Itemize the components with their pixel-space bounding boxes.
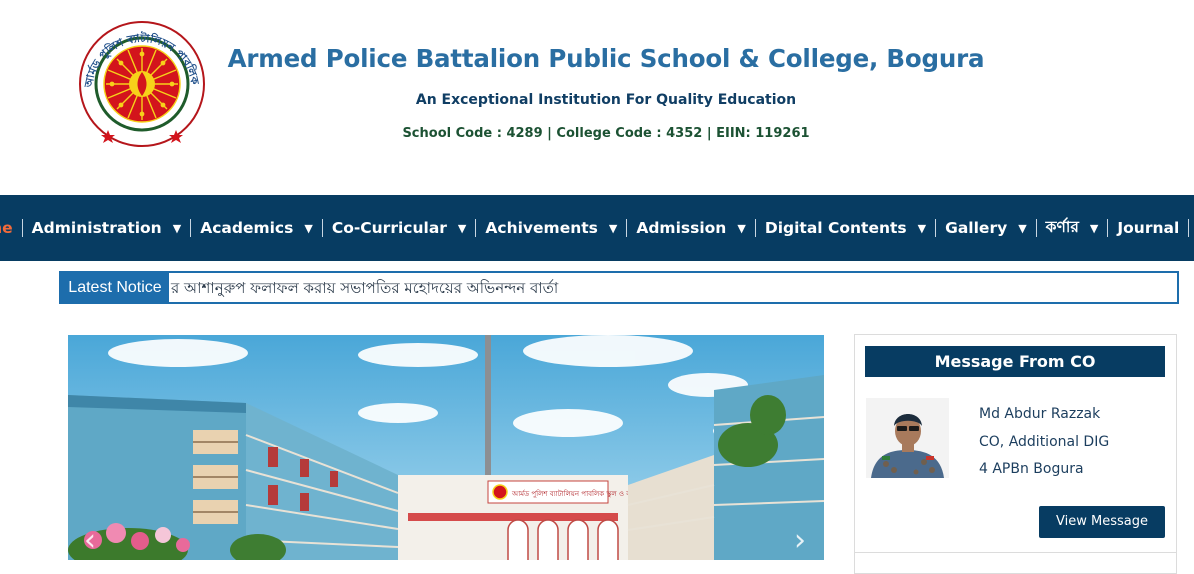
chevron-down-icon: ▼ (917, 221, 927, 235)
nav-item-4[interactable]: Achivements ▼ (476, 219, 628, 237)
nav-item-label: me (0, 219, 13, 237)
nav-item-2[interactable]: Academics ▼ (191, 219, 323, 237)
co-message-card: Message From CO Md Abdur Razzak CO, Addi… (854, 334, 1177, 553)
co-unit: 4 APBn Bogura (979, 461, 1084, 477)
slider-next-arrow[interactable]: › (794, 523, 806, 558)
nav-item-label: Achivements (485, 219, 598, 237)
nav-menu: meAdministration▼Academics▼Co-Curricular… (0, 195, 1194, 261)
site-title: Armed Police Battalion Public School & C… (227, 44, 985, 73)
next-sidebar-card (854, 552, 1177, 574)
chevron-down-icon: ▼ (457, 221, 467, 235)
institution-codes: School Code : 4289 | College Code : 4352… (402, 126, 810, 141)
nav-item-9[interactable]: Journal (1108, 219, 1190, 237)
nav-item-label: Co-Curricular (331, 219, 447, 237)
nav-item-label: Digital Contents (764, 219, 907, 237)
co-card-heading: Message From CO (865, 346, 1165, 377)
nav-item-label: Journal (1117, 219, 1180, 237)
co-name: Md Abdur Razzak (979, 406, 1101, 422)
chevron-down-icon: ▼ (737, 221, 746, 235)
nav-item-5[interactable]: Admission ▼ (627, 219, 756, 237)
chevron-down-icon: ▼ (304, 221, 313, 235)
slider-prev-arrow[interactable]: ‹ (84, 523, 96, 558)
chevron-down-icon: ▼ (608, 221, 618, 235)
nav-item-label: কর্ণার (1045, 218, 1079, 236)
nav-item-8[interactable]: কর্ণার ▼ (1037, 218, 1109, 237)
view-message-button[interactable]: View Message (1039, 506, 1165, 538)
nav-item-3[interactable]: Co-Curricular ▼ (323, 219, 477, 237)
campus-photo: আর্মড পুলিশ ব্যাটালিয়ন পাবলিক স্কুল ও ক… (68, 335, 824, 560)
nav-item-label: Gallery (945, 219, 1008, 237)
nav-item-label: Admission (636, 219, 727, 237)
co-photo (866, 398, 949, 478)
nav-item-10[interactable]: Libary (1189, 219, 1194, 237)
latest-notice-bar: Latest Notice র আশানুরুপ ফলাফল করায় সভা… (59, 271, 1179, 304)
chevron-down-icon: ▼ (1018, 221, 1027, 235)
latest-notice-label: Latest Notice (61, 273, 169, 302)
nav-item-7[interactable]: Gallery ▼ (936, 219, 1037, 237)
chevron-down-icon: ▼ (1089, 221, 1099, 235)
notice-ticker-text[interactable]: র আশানুরুপ ফলাফল করায় সভাপতির মহোদয়ের … (169, 273, 558, 302)
nav-item-0[interactable]: me (0, 219, 23, 237)
site-tagline: An Exceptional Institution For Quality E… (415, 92, 797, 108)
nav-item-label: Academics (200, 219, 294, 237)
hero-slider[interactable]: আর্মড পুলিশ ব্যাটালিয়ন পাবলিক স্কুল ও ক… (68, 335, 824, 560)
nav-item-1[interactable]: Administration ▼ (23, 219, 192, 237)
nav-item-6[interactable]: Digital Contents ▼ (756, 219, 937, 237)
nav-item-label: Administration (31, 219, 162, 237)
school-logo[interactable]: আর্মড পুলিশ ব্যাটালিয়ন পাবলিক স্কুল ও ক… (71, 8, 206, 150)
chevron-down-icon: ▼ (172, 221, 182, 235)
main-navigation: meAdministration▼Academics▼Co-Curricular… (0, 195, 1194, 261)
co-designation: CO, Additional DIG (979, 433, 1110, 450)
